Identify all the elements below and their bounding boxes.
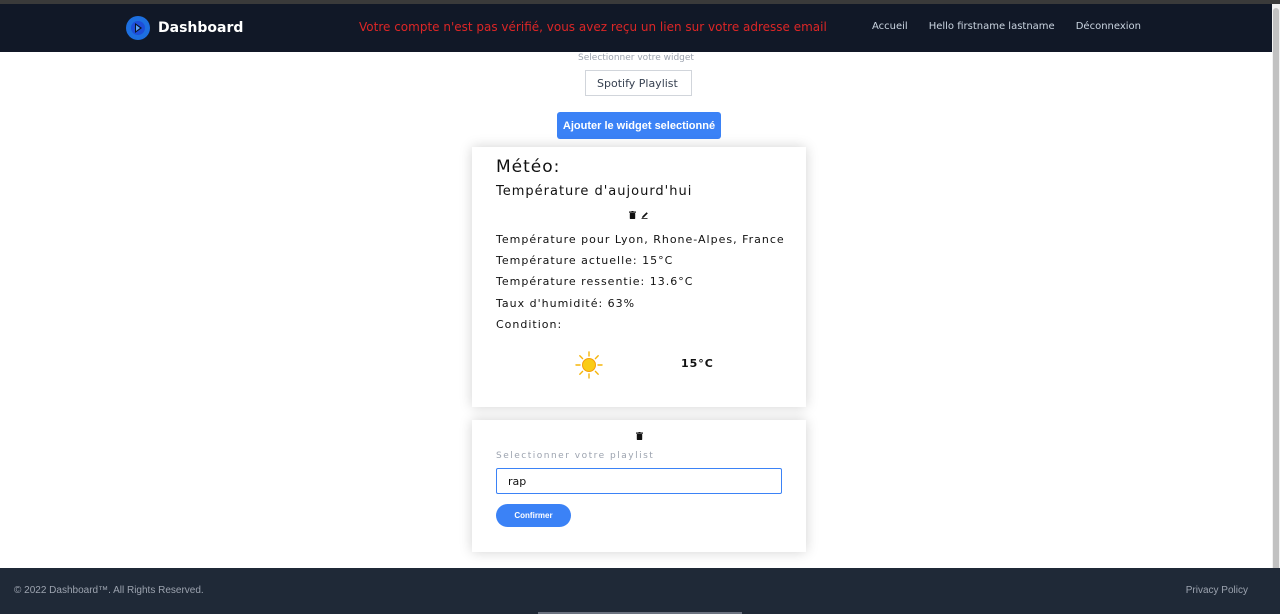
weather-humidity: Taux d'humidité: 63% [496, 297, 636, 310]
widget-select-label: Selectionner votre widget [578, 53, 694, 63]
weather-widget: Météo: Température d'aujourd'hui Tempéra… [472, 147, 806, 407]
dashboard-logo-icon [126, 16, 150, 40]
weather-current-temp: Température actuelle: 15°C [496, 254, 674, 267]
nav-user-greeting[interactable]: Hello firstname lastname [929, 21, 1055, 32]
trash-icon[interactable] [628, 210, 637, 219]
widget-select[interactable]: Spotify Playlist [585, 70, 692, 96]
privacy-policy-link[interactable]: Privacy Policy [1186, 585, 1248, 596]
navbar: Dashboard Votre compte n'est pas vérifié… [0, 4, 1272, 52]
nav-logout-link[interactable]: Déconnexion [1076, 21, 1141, 32]
scrollbar-track[interactable] [1272, 4, 1280, 572]
nav-links: Accueil Hello firstname lastname Déconne… [872, 21, 1141, 32]
add-widget-button[interactable]: Ajouter le widget selectionné [557, 112, 721, 139]
footer: © 2022 Dashboard™. All Rights Reserved. … [0, 568, 1280, 614]
weather-subtitle: Température d'aujourd'hui [496, 184, 693, 199]
trash-icon[interactable] [635, 431, 644, 440]
weather-title: Météo: [496, 157, 561, 177]
weather-feels-like: Température ressentie: 13.6°C [496, 275, 694, 288]
confirm-button[interactable]: Confirmer [496, 504, 571, 527]
sun-icon [575, 351, 603, 379]
nav-home-link[interactable]: Accueil [872, 21, 908, 32]
playlist-select-label: Selectionner votre playlist [496, 451, 655, 461]
scrollbar-thumb[interactable] [1273, 8, 1279, 572]
brand[interactable]: Dashboard [126, 16, 243, 40]
weather-temperature-display: 15°C [681, 357, 714, 370]
weather-actions [628, 210, 649, 219]
weather-condition-label: Condition: [496, 318, 563, 331]
brand-name: Dashboard [158, 20, 244, 36]
spotify-playlist-widget: Selectionner votre playlist Confirmer [472, 420, 806, 552]
unverified-account-alert: Votre compte n'est pas vérifié, vous ave… [359, 20, 827, 34]
playlist-input[interactable] [496, 468, 782, 494]
edit-icon[interactable] [640, 210, 649, 219]
footer-copyright: © 2022 Dashboard™. All Rights Reserved. [14, 585, 204, 596]
weather-location: Température pour Lyon, Rhone-Alpes, Fran… [496, 233, 785, 246]
